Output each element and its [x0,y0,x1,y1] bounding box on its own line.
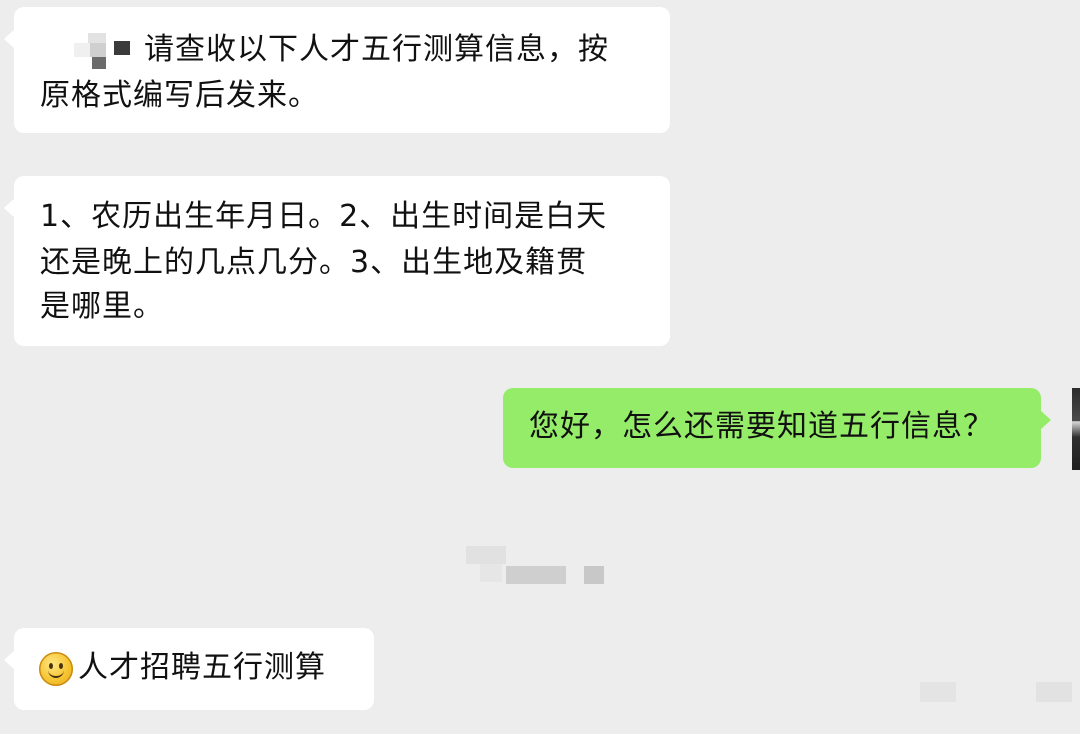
message-text-line: 请查收以下人才五行测算信息，按 [144,32,609,67]
smile-emoji-icon [39,652,73,686]
message-bubble-incoming[interactable]: 请查收以下人才五行测算信息，按 原格式编写后发来。 [4,7,670,133]
message-text-line: 1、农历出生年月日。2、出生时间是白天 [40,199,608,234]
message-bubble-outgoing[interactable]: 您好，怎么还需要知道五行信息？ [503,388,1051,468]
message-text-line: 还是晚上的几点几分。3、出生地及籍贯 [40,245,588,280]
chat-conversation: 请查收以下人才五行测算信息，按 原格式编写后发来。 1、农历出生年月日。2、出生… [0,0,1080,734]
message-text-line: 您好，怎么还需要知道五行信息？ [529,409,994,444]
message-bubble-incoming[interactable]: 人才招聘五行测算 [4,628,374,710]
redacted-mosaic [920,682,1080,708]
redacted-mosaic [74,33,134,73]
message-text-line: 是哪里。 [40,289,164,324]
message-bubble-incoming[interactable]: 1、农历出生年月日。2、出生时间是白天 还是晚上的几点几分。3、出生地及籍贯 是… [4,176,670,346]
redacted-mosaic [466,546,606,586]
message-text-line: 人才招聘五行测算 [78,650,326,685]
message-text-line: 原格式编写后发来。 [40,78,319,113]
self-avatar[interactable] [1072,388,1080,470]
